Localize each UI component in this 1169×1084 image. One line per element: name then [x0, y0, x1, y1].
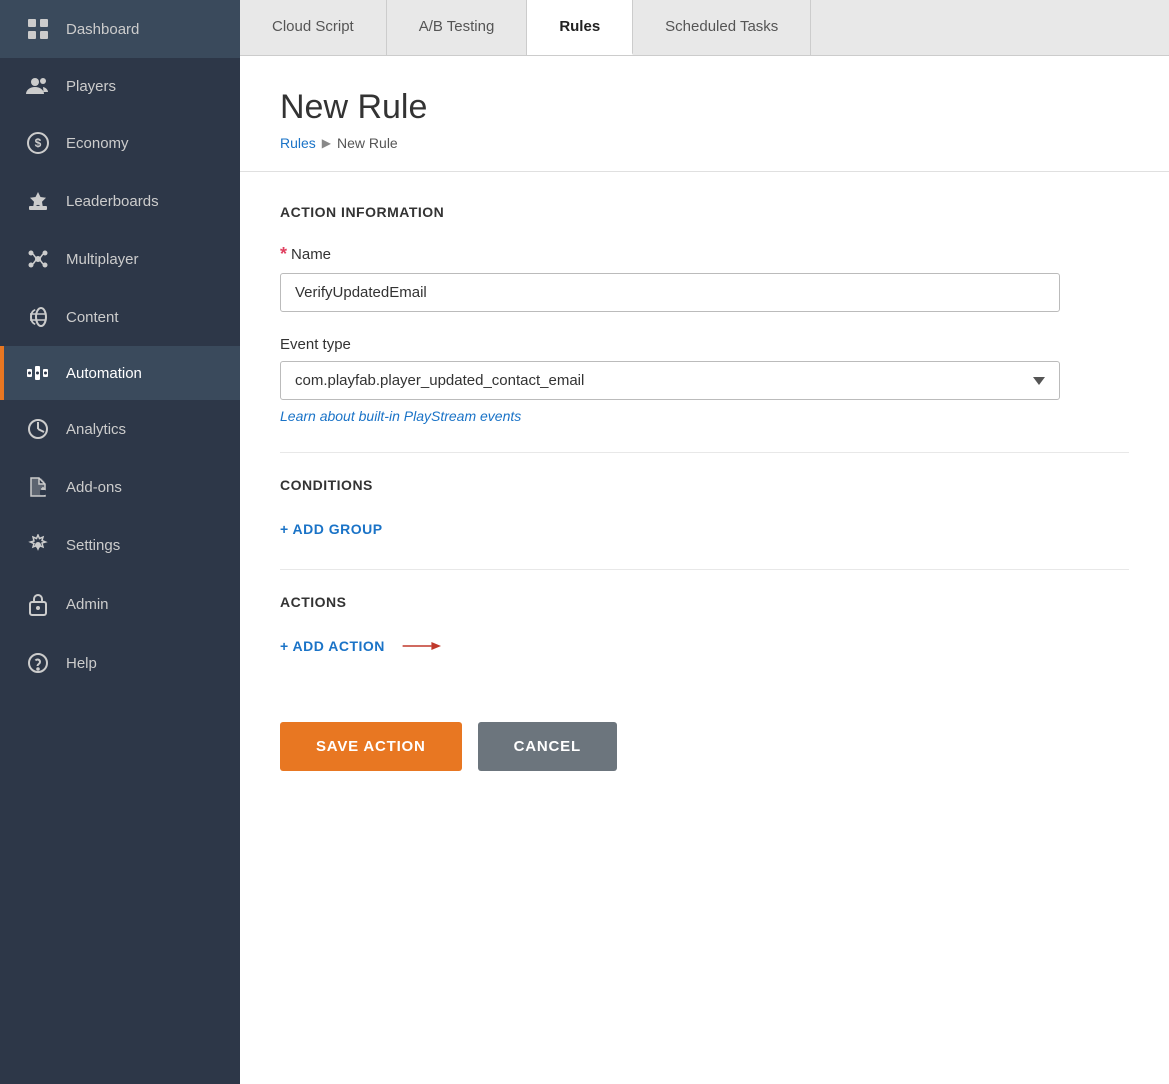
sidebar-item-label: Analytics	[66, 421, 126, 438]
name-input[interactable]	[280, 273, 1060, 312]
economy-icon: $	[24, 132, 52, 154]
event-type-select[interactable]: com.playfab.player_updated_contact_email…	[280, 361, 1060, 400]
dashboard-icon	[24, 18, 52, 40]
name-label: * Name	[280, 244, 1129, 265]
add-group-button[interactable]: + ADD GROUP	[280, 517, 383, 541]
players-icon	[24, 76, 52, 96]
action-information-section: ACTION INFORMATION * Name Event type com…	[280, 204, 1129, 424]
sidebar-item-label: Add-ons	[66, 479, 122, 496]
sidebar-item-label: Automation	[66, 365, 142, 382]
breadcrumb: Rules ▶ New Rule	[280, 135, 1129, 151]
cancel-button[interactable]: CANCEL	[478, 722, 617, 771]
tab-rules[interactable]: Rules	[527, 0, 633, 55]
content-area: ACTION INFORMATION * Name Event type com…	[240, 172, 1169, 803]
footer-buttons: SAVE ACTION CANCEL	[280, 706, 1129, 771]
breadcrumb-current: New Rule	[337, 135, 398, 151]
save-action-button[interactable]: SAVE ACTION	[280, 722, 462, 771]
addons-icon	[24, 476, 52, 498]
breadcrumb-parent[interactable]: Rules	[280, 135, 316, 151]
sidebar-item-label: Leaderboards	[66, 193, 159, 210]
sidebar-item-label: Players	[66, 78, 116, 95]
tab-scheduled-tasks[interactable]: Scheduled Tasks	[633, 0, 811, 55]
actions-section: ACTIONS + ADD ACTION	[280, 569, 1129, 658]
main-content: Cloud Script A/B Testing Rules Scheduled…	[240, 0, 1169, 1084]
leaderboards-icon	[24, 190, 52, 212]
add-action-row: + ADD ACTION	[280, 634, 1129, 658]
multiplayer-icon	[24, 248, 52, 270]
name-field-group: * Name	[280, 244, 1129, 312]
sidebar-item-label: Dashboard	[66, 21, 139, 38]
content-icon	[24, 306, 52, 328]
conditions-section: CONDITIONS + ADD GROUP	[280, 452, 1129, 541]
tab-ab-testing[interactable]: A/B Testing	[387, 0, 528, 55]
add-action-button[interactable]: + ADD ACTION	[280, 634, 385, 658]
sidebar-item-settings[interactable]: Settings	[0, 516, 240, 574]
sidebar-item-leaderboards[interactable]: Leaderboards	[0, 172, 240, 230]
analytics-icon	[24, 418, 52, 440]
sidebar-item-label: Multiplayer	[66, 251, 139, 268]
sidebar-item-label: Admin	[66, 596, 109, 613]
automation-icon	[24, 364, 52, 382]
sidebar: Dashboard Players $ Economy Leaderboards	[0, 0, 240, 1084]
sidebar-item-label: Settings	[66, 537, 120, 554]
page-title: New Rule	[280, 88, 1129, 127]
learn-link[interactable]: Learn about built-in PlayStream events	[280, 408, 1129, 424]
sidebar-item-economy[interactable]: $ Economy	[0, 114, 240, 172]
sidebar-item-content[interactable]: Content	[0, 288, 240, 346]
sidebar-item-analytics[interactable]: Analytics	[0, 400, 240, 458]
sidebar-item-dashboard[interactable]: Dashboard	[0, 0, 240, 58]
sidebar-item-multiplayer[interactable]: Multiplayer	[0, 230, 240, 288]
event-type-field-group: Event type com.playfab.player_updated_co…	[280, 336, 1129, 424]
sidebar-item-players[interactable]: Players	[0, 58, 240, 114]
sidebar-item-admin[interactable]: Admin	[0, 574, 240, 634]
breadcrumb-separator: ▶	[322, 136, 331, 150]
action-information-title: ACTION INFORMATION	[280, 204, 1129, 220]
settings-icon	[24, 534, 52, 556]
sidebar-item-label: Help	[66, 655, 97, 672]
arrow-indicator	[401, 637, 441, 655]
sidebar-item-help[interactable]: Help	[0, 634, 240, 692]
actions-title: ACTIONS	[280, 594, 1129, 610]
help-icon	[24, 652, 52, 674]
svg-text:$: $	[35, 136, 42, 150]
required-star: *	[280, 244, 287, 265]
page-header: New Rule Rules ▶ New Rule	[240, 56, 1169, 172]
conditions-title: CONDITIONS	[280, 477, 1129, 493]
tab-bar: Cloud Script A/B Testing Rules Scheduled…	[240, 0, 1169, 56]
tab-cloud-script[interactable]: Cloud Script	[240, 0, 387, 55]
sidebar-item-addons[interactable]: Add-ons	[0, 458, 240, 516]
sidebar-item-label: Economy	[66, 135, 129, 152]
sidebar-item-label: Content	[66, 309, 119, 326]
sidebar-item-automation[interactable]: Automation	[0, 346, 240, 400]
event-type-label: Event type	[280, 336, 1129, 353]
admin-icon	[24, 592, 52, 616]
